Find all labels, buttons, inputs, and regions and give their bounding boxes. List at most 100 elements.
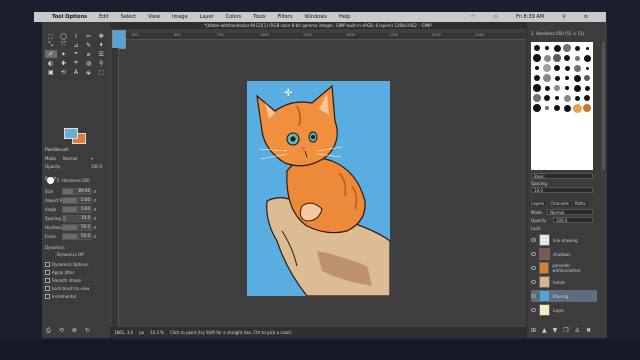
brush-cell[interactable] — [552, 73, 562, 83]
slider-track[interactable]: 89.00 — [62, 187, 92, 195]
eye-icon[interactable] — [531, 238, 536, 242]
menu-image[interactable]: Image — [172, 14, 188, 20]
brush-cell[interactable] — [532, 53, 542, 63]
slider-size[interactable]: Size 89.00 ↺ — [45, 187, 103, 195]
restore-options-icon[interactable]: ⟲ — [59, 327, 64, 335]
spacing-field[interactable]: 10.0 — [531, 187, 593, 193]
duplicate-layer-icon[interactable]: ❐ — [563, 327, 568, 334]
new-layer-icon[interactable]: ⊞ — [531, 327, 536, 334]
brush-cell[interactable] — [552, 43, 562, 53]
dodge-burn-tool-icon[interactable]: ◐ — [45, 59, 57, 67]
zoom-select[interactable]: 33.3 % — [150, 330, 164, 335]
brush-cell[interactable] — [542, 43, 552, 53]
checkbox[interactable] — [45, 262, 50, 267]
layer-row[interactable]: hands — [531, 276, 597, 288]
scissors-tool-icon[interactable]: ✂ — [83, 32, 95, 40]
vertical-ruler[interactable] — [112, 48, 119, 328]
kitten-artwork[interactable] — [247, 81, 390, 296]
ink-tool-icon[interactable]: ⌖ — [70, 50, 82, 58]
move-tool-icon[interactable]: ✥ — [95, 32, 107, 40]
brush-name[interactable]: 2. Hardness 050 — [57, 178, 90, 183]
zoom-tool-icon[interactable]: ⚲ — [95, 59, 107, 67]
brush-cell[interactable] — [552, 83, 562, 93]
checkbox[interactable] — [45, 278, 50, 283]
perspective-tool-icon[interactable]: ⊿ — [70, 41, 82, 49]
menu-help[interactable]: Help — [339, 14, 350, 20]
brush-cell[interactable] — [562, 103, 572, 113]
eye-icon[interactable] — [531, 252, 536, 256]
search-icon[interactable]: ⚲ — [562, 14, 566, 20]
tab-paths[interactable]: Paths — [572, 201, 588, 206]
checkbox[interactable] — [45, 294, 50, 299]
brush-cell[interactable] — [552, 103, 562, 113]
brush-cell[interactable] — [532, 103, 542, 113]
blend-tool-icon[interactable]: ⬙ — [83, 68, 95, 76]
tab-channels[interactable]: Channels — [548, 201, 571, 206]
eye-icon[interactable] — [531, 280, 536, 284]
menu-list-icon[interactable]: ≡ — [584, 14, 588, 20]
slider-track[interactable]: 50.0 — [62, 232, 92, 240]
opacity-value[interactable]: 100.0 — [91, 164, 102, 169]
lower-layer-icon[interactable]: ▼ — [553, 327, 558, 334]
eye-icon[interactable] — [531, 308, 536, 312]
color-picker-tool-icon[interactable]: ◍ — [83, 59, 95, 67]
brush-cell[interactable] — [582, 93, 592, 103]
menu-filters[interactable]: Filters — [278, 14, 293, 20]
menu-select[interactable]: Select — [121, 14, 136, 20]
image-tab-thumbnail[interactable] — [112, 30, 126, 49]
crop-tool-icon[interactable]: ▣ — [45, 68, 57, 76]
brush-cell[interactable] — [552, 53, 562, 63]
check-dynamics-options[interactable]: Dynamics Options — [45, 262, 88, 267]
paths-tool-icon[interactable]: ⌗ — [70, 59, 82, 67]
brush-cell[interactable] — [562, 83, 572, 93]
unit-select[interactable]: px — [139, 330, 144, 335]
brush-cell[interactable] — [542, 83, 552, 93]
chevron-down-icon[interactable]: ▾ — [91, 156, 93, 161]
ellipse-select-tool-icon[interactable]: ◯ — [58, 32, 70, 40]
brush-cell[interactable] — [552, 63, 562, 73]
brush-cell[interactable] — [572, 53, 582, 63]
clock[interactable]: Fri 8:39 AM — [516, 14, 544, 20]
checkbox[interactable] — [45, 270, 50, 275]
wifi-icon[interactable]: ◠ — [471, 14, 475, 20]
brush-cell[interactable] — [562, 93, 572, 103]
battery-icon[interactable]: ▭ — [493, 14, 498, 20]
delete-options-icon[interactable]: ⊗ — [72, 327, 77, 335]
brush-cell[interactable] — [572, 93, 582, 103]
slider-aspect[interactable]: Aspect Ratio 0.00 ↺ — [45, 196, 103, 204]
check-lock-brush[interactable]: Lock brush to view — [45, 286, 90, 291]
menu-windows[interactable]: Windows — [305, 14, 327, 20]
brush-cell[interactable] — [572, 43, 582, 53]
brush-cell[interactable] — [572, 73, 582, 83]
slider-track[interactable]: 50.0 — [62, 223, 92, 231]
menu-tools[interactable]: Tools — [253, 14, 265, 20]
raise-layer-icon[interactable]: ▲ — [542, 327, 547, 334]
brush-cell[interactable] — [532, 93, 542, 103]
foreground-color-swatch[interactable] — [64, 128, 78, 139]
brush-cell[interactable] — [572, 63, 582, 73]
text-tool-icon[interactable]: A — [70, 68, 82, 76]
slider-force[interactable]: Force 50.0 ↺ — [45, 232, 103, 240]
layer-opacity-field[interactable]: 100.0 — [553, 217, 593, 223]
slider-track[interactable]: 0.00 — [62, 196, 92, 204]
airbrush-tool-icon[interactable]: ✦ — [58, 50, 70, 58]
shear-tool-icon[interactable]: ⤧ — [58, 41, 70, 49]
layer-row[interactable]: parseller-withfurclothes — [531, 262, 597, 274]
eye-icon[interactable] — [531, 266, 536, 270]
rotate-tool-icon[interactable]: ⟲ — [58, 68, 70, 76]
reset-icon[interactable]: ↺ — [93, 189, 96, 194]
reset-icon[interactable]: ↺ — [93, 225, 96, 230]
menu-layer[interactable]: Layer — [200, 14, 214, 20]
cage-tool-icon[interactable]: ⬚ — [95, 68, 107, 76]
menu-view[interactable]: View — [148, 14, 160, 20]
dynamics-select[interactable]: Dynamics Off — [57, 252, 84, 257]
reset-icon[interactable]: ↺ — [93, 216, 96, 221]
mode-row[interactable]: Mode Normal ▾ — [45, 155, 103, 161]
heal-tool-icon[interactable]: ☰ — [95, 50, 107, 58]
brush-cell[interactable] — [562, 63, 572, 73]
clone-tool-icon[interactable]: ⌀ — [83, 50, 95, 58]
pencil-tool-icon[interactable]: ✎ — [83, 41, 95, 49]
layer-row[interactable]: line drawing — [531, 234, 597, 246]
reset-icon[interactable]: ↺ — [93, 234, 96, 239]
brush-cell[interactable] — [562, 43, 572, 53]
